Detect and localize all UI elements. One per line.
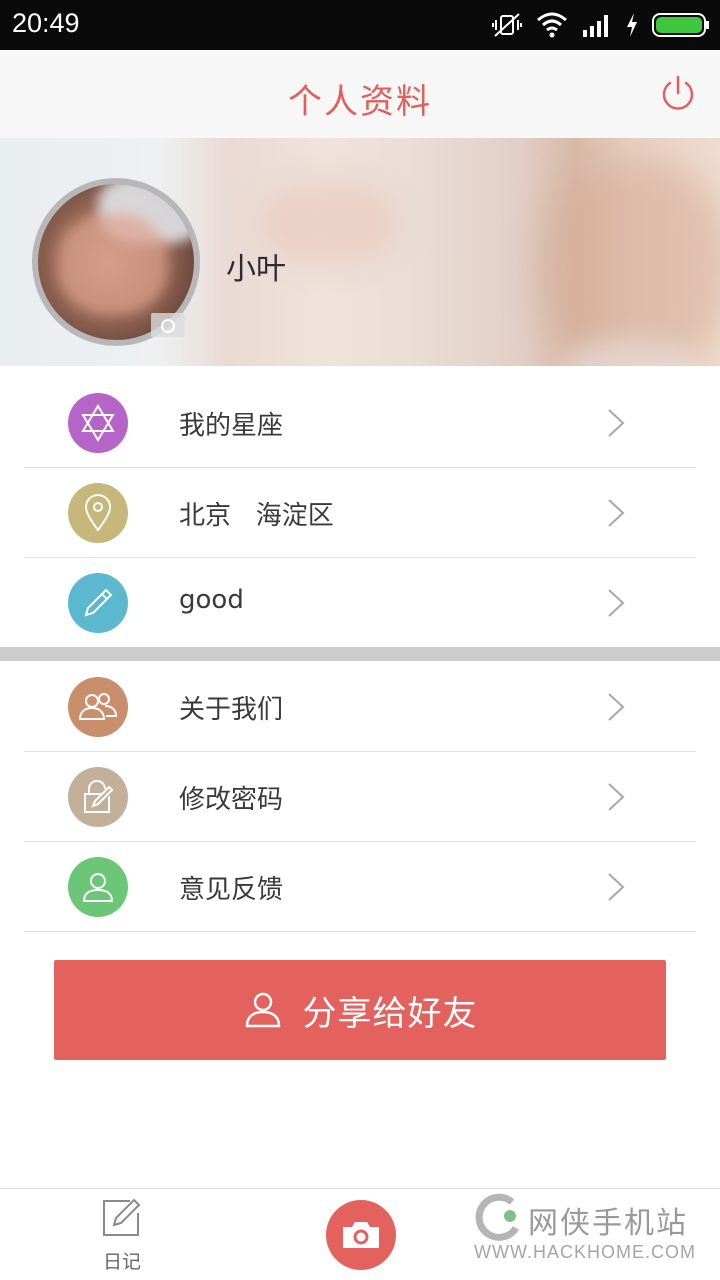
diary-edit-icon <box>103 1198 141 1236</box>
watermark-text: 网侠手机站 <box>528 1206 688 1241</box>
menu-item-label: 北京 海淀区 <box>179 501 334 531</box>
pencil-icon <box>68 573 128 633</box>
divider <box>24 931 696 932</box>
watermark: 网侠手机站 WWW.HACKHOME.COM <box>472 1192 716 1272</box>
chevron-right-icon <box>608 873 625 901</box>
menu-item-label: 我的星座 <box>179 411 284 441</box>
status-icons <box>492 10 710 40</box>
status-bar: 20:49 <box>0 0 720 50</box>
chevron-right-icon <box>608 499 625 527</box>
user-icon <box>68 857 128 917</box>
menu-item-signature[interactable]: good <box>24 558 696 648</box>
wifi-icon <box>537 12 567 38</box>
chevron-right-icon <box>608 589 625 617</box>
location-pin-icon <box>68 483 128 543</box>
vibrate-off-icon <box>492 13 522 37</box>
battery-icon <box>652 13 709 37</box>
chevron-right-icon <box>608 783 625 811</box>
camera-icon <box>343 1222 379 1248</box>
page-title: 个人资料 <box>288 82 432 122</box>
power-icon[interactable] <box>658 74 698 114</box>
menu-item-label: 关于我们 <box>179 695 284 725</box>
chevron-right-icon <box>608 409 625 437</box>
users-icon <box>68 677 128 737</box>
avatar-photo-detail <box>58 214 168 314</box>
menu-item-change-password[interactable]: 修改密码 <box>24 752 696 842</box>
menu-item-feedback[interactable]: 意见反馈 <box>24 842 696 932</box>
avatar-camera-icon[interactable] <box>151 313 185 337</box>
menu-item-about-us[interactable]: 关于我们 <box>24 662 696 752</box>
watermark-url: WWW.HACKHOME.COM <box>474 1242 696 1262</box>
menu-item-label: 意见反馈 <box>179 875 284 905</box>
banner-photo-detail <box>540 158 720 366</box>
share-button-label: 分享给好友 <box>302 993 478 1034</box>
profile-name: 小叶 <box>226 252 286 287</box>
star-of-david-icon <box>68 393 128 453</box>
watermark-logo-icon <box>475 1193 519 1241</box>
menu-item-constellation[interactable]: 我的星座 <box>24 378 696 468</box>
charging-icon <box>627 13 637 37</box>
section-separator <box>0 647 720 661</box>
title-bar: 个人资料 <box>0 50 720 138</box>
status-time: 20:49 <box>12 8 80 38</box>
share-user-icon <box>245 992 280 1028</box>
tab-diary-label: 日记 <box>102 1251 141 1273</box>
menu-item-location[interactable]: 北京 海淀区 <box>24 468 696 558</box>
menu-item-label: 修改密码 <box>179 785 284 815</box>
lock-edit-icon <box>68 767 128 827</box>
signal-icon <box>583 15 608 37</box>
chevron-right-icon <box>608 693 625 721</box>
menu-item-label: good <box>179 585 244 615</box>
share-to-friends-button[interactable]: 分享给好友 <box>54 960 666 1060</box>
tab-diary[interactable]: 日记 <box>92 1197 152 1277</box>
camera-button[interactable] <box>326 1200 396 1270</box>
